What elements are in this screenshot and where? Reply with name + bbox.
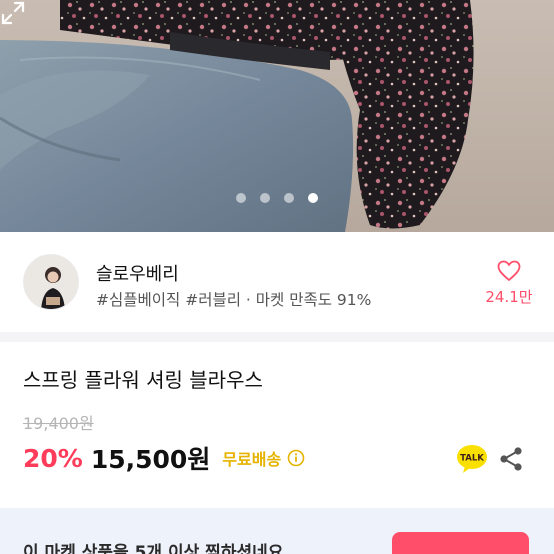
heart-outline-icon xyxy=(497,260,521,282)
shop-name[interactable]: 슬로우베리 xyxy=(96,260,179,286)
shop-tags: #심플베이직 #러블리 · 마켓 만족도 91% xyxy=(96,291,372,309)
share-icon[interactable] xyxy=(498,445,524,473)
shop-info[interactable]: 슬로우베리 #심플베이직 #러블리 · 마켓 만족도 91% 24.1만 xyxy=(0,232,554,332)
pagination-dot[interactable] xyxy=(236,193,246,203)
price-row: 20% 15,500원 무료배송 xyxy=(23,440,305,476)
product-title: 스프링 플라워 셔링 블라우스 xyxy=(23,368,263,392)
promo-banner: 이 마켓 상품을 5개 이상 찜하셨네요 xyxy=(0,508,554,554)
section-divider xyxy=(0,332,554,342)
pagination-dot[interactable] xyxy=(284,193,294,203)
like-button[interactable]: 24.1만 xyxy=(482,260,536,307)
product-image-gallery[interactable] xyxy=(0,0,554,232)
product-page: 슬로우베리 #심플베이직 #러블리 · 마켓 만족도 91% 24.1만 스프링… xyxy=(0,0,554,554)
original-price: 19,400원 xyxy=(23,414,94,433)
expand-icon[interactable] xyxy=(0,0,26,26)
kakao-talk-icon[interactable]: TALK xyxy=(456,443,488,475)
sale-price: 15,500원 xyxy=(90,445,211,474)
promo-banner-text: 이 마켓 상품을 5개 이상 찜하셨네요 xyxy=(23,543,284,554)
kakao-talk-label: TALK xyxy=(460,454,484,464)
like-count: 24.1만 xyxy=(485,288,533,306)
pagination-dot[interactable] xyxy=(260,193,270,203)
discount-rate: 20% xyxy=(23,443,83,473)
pagination-dot-active[interactable] xyxy=(308,193,318,203)
free-shipping-label: 무료배송 xyxy=(222,450,282,469)
info-icon[interactable] xyxy=(287,449,305,467)
gallery-pagination xyxy=(0,193,554,203)
shop-avatar[interactable] xyxy=(23,254,79,310)
promo-banner-button[interactable] xyxy=(392,532,529,554)
